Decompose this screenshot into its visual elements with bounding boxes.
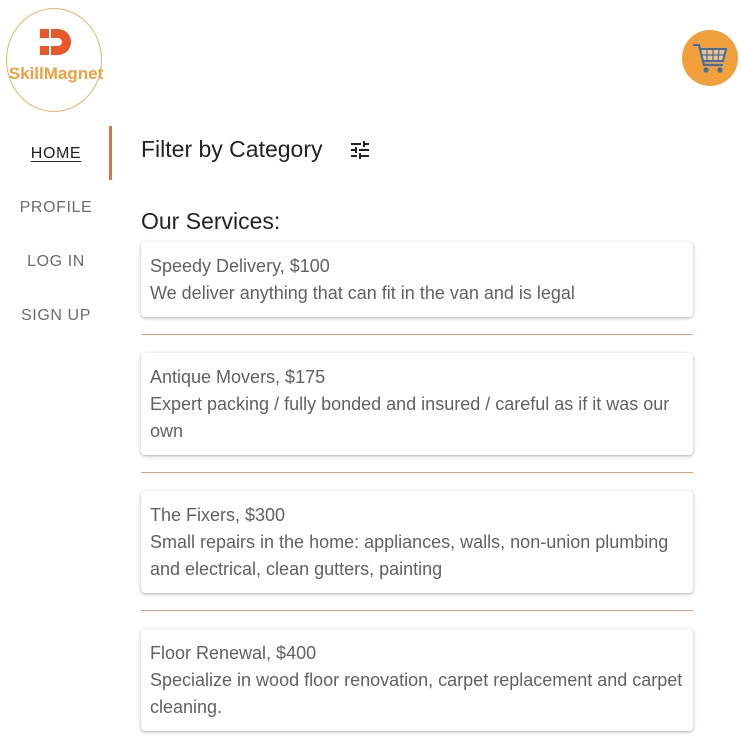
service-description: We deliver anything that can fit in the …: [150, 283, 575, 303]
service-description: Expert packing / fully bonded and insure…: [150, 394, 670, 441]
divider: [141, 472, 693, 473]
service-title: Floor Renewal, $400: [150, 643, 317, 663]
divider: [141, 334, 693, 335]
nav-item-home[interactable]: HOME: [0, 128, 112, 182]
sidebar-nav: HOME PROFILE LOG IN SIGN UP: [0, 128, 112, 344]
services-list: Speedy Delivery, $100 We deliver anythin…: [141, 242, 693, 745]
magnet-icon: [40, 29, 71, 55]
service-title: Antique Movers, $175: [150, 367, 326, 387]
service-card[interactable]: The Fixers, $300 Small repairs in the ho…: [141, 491, 693, 593]
cart-button[interactable]: [682, 30, 738, 86]
page: SkillMagnet HOME PROFILE LOG IN SIGN UP …: [0, 0, 742, 745]
shopping-cart-icon: [693, 43, 728, 73]
service-card[interactable]: Floor Renewal, $400 Specialize in wood f…: [141, 629, 693, 731]
service-title: The Fixers, $300: [150, 505, 286, 525]
nav-item-log-in[interactable]: LOG IN: [0, 236, 112, 290]
service-card[interactable]: Antique Movers, $175 Expert packing / fu…: [141, 353, 693, 455]
filter-label: Filter by Category: [141, 136, 323, 162]
active-nav-indicator: [109, 126, 112, 180]
tune-icon: [350, 140, 369, 159]
nav-item-sign-up[interactable]: SIGN UP: [0, 290, 112, 344]
filter-button[interactable]: [348, 138, 372, 162]
divider: [141, 610, 693, 611]
section-title: Our Services:: [141, 208, 281, 234]
service-title: Speedy Delivery, $100: [150, 256, 330, 276]
service-card[interactable]: Speedy Delivery, $100 We deliver anythin…: [141, 242, 693, 317]
logo[interactable]: SkillMagnet: [6, 8, 103, 112]
logo-text: SkillMagnet: [8, 64, 104, 83]
nav-item-profile[interactable]: PROFILE: [0, 182, 112, 236]
filter-row: Filter by Category: [141, 136, 372, 163]
service-description: Specialize in wood floor renovation, car…: [150, 670, 683, 717]
service-description: Small repairs in the home: appliances, w…: [150, 532, 669, 579]
